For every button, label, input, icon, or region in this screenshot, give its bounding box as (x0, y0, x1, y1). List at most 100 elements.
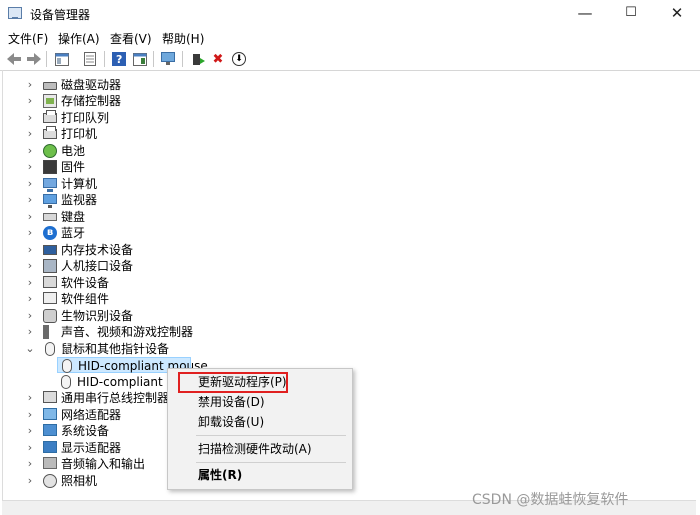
chevron-right-icon[interactable]: › (25, 176, 35, 192)
context-menu: 更新驱动程序(P) 禁用设备(D) 卸载设备(U) 扫描检测硬件改动(A) 属性… (167, 368, 353, 490)
minimize-button[interactable]: — (562, 0, 608, 28)
show-hide-tree-icon[interactable] (54, 51, 70, 67)
forward-arrow-icon[interactable] (26, 51, 42, 67)
storage-controller-icon (43, 94, 57, 108)
menu-file[interactable]: 文件(F) (8, 30, 48, 47)
tree-item-label: 键盘 (61, 210, 86, 224)
tree-item-label: 电池 (61, 144, 86, 158)
device-manager-app-icon (8, 7, 22, 19)
menu-help[interactable]: 帮助(H) (162, 30, 204, 47)
tree-item-label: 计算机 (61, 177, 98, 191)
toolbar-separator (182, 51, 183, 67)
monitor-icon (43, 194, 57, 208)
chevron-right-icon[interactable]: › (25, 242, 35, 258)
tree-item-label: 打印队列 (61, 111, 110, 125)
tree-item-label: 存储控制器 (61, 94, 122, 108)
toolbar-separator (46, 51, 47, 67)
keyboard-icon (43, 213, 57, 221)
chevron-right-icon[interactable]: › (25, 258, 35, 274)
chevron-right-icon[interactable]: › (25, 77, 35, 93)
chevron-right-icon[interactable]: › (25, 126, 35, 142)
chevron-right-icon[interactable]: › (25, 159, 35, 175)
chevron-right-icon[interactable]: › (25, 291, 35, 307)
tree-item-label: 打印机 (61, 127, 98, 141)
menu-separator (196, 462, 346, 463)
mouse-icon (45, 342, 55, 356)
network-adapter-icon (43, 408, 57, 420)
menu-action[interactable]: 操作(A) (58, 30, 100, 47)
watermark: CSDN @数据蛙恢复软件 (472, 492, 629, 508)
bluetooth-icon: ʙ (43, 226, 57, 240)
menu-item-label: 禁用设备(D) (198, 395, 265, 409)
system-device-icon (43, 424, 57, 436)
tree-item-label: 声音、视频和游戏控制器 (61, 325, 194, 339)
uninstall-device-icon[interactable]: ✖ (210, 51, 226, 67)
menu-item-label: 属性(R) (198, 468, 243, 482)
memory-device-icon (43, 245, 57, 255)
toolbar: ? ✖ ⬇ (0, 48, 700, 71)
update-driver-icon[interactable] (190, 51, 206, 67)
firmware-icon (43, 160, 57, 174)
chevron-right-icon[interactable]: › (25, 440, 35, 456)
update-driver-menu-item[interactable]: 更新驱动程序(P) (168, 372, 352, 392)
back-arrow-icon[interactable] (6, 51, 22, 67)
chevron-right-icon[interactable]: › (25, 423, 35, 439)
menu-item-label: 扫描检测硬件改动(A) (198, 442, 312, 456)
chevron-right-icon[interactable]: › (25, 473, 35, 489)
close-button[interactable]: ✕ (654, 0, 700, 28)
chevron-right-icon[interactable]: › (25, 143, 35, 159)
display-adapter-icon (43, 441, 57, 453)
maximize-button[interactable]: ☐ (608, 0, 654, 28)
help-icon[interactable]: ? (111, 51, 127, 67)
chevron-right-icon[interactable]: › (25, 390, 35, 406)
action-pane-icon[interactable] (132, 51, 148, 67)
usb-icon (43, 391, 57, 403)
tree-item-label: 监视器 (61, 193, 98, 207)
chevron-right-icon[interactable]: › (25, 308, 35, 324)
toolbar-separator (153, 51, 154, 67)
tree-item-label: 磁盘驱动器 (61, 78, 122, 92)
chevron-right-icon[interactable]: › (25, 456, 35, 472)
print-queue-icon (43, 110, 57, 123)
chevron-right-icon[interactable]: › (25, 93, 35, 109)
software-component-icon (43, 292, 57, 304)
chevron-right-icon[interactable]: › (25, 407, 35, 423)
tree-item-label: 通用串行总线控制器 (61, 391, 170, 405)
tree-item-label: 软件设备 (61, 276, 110, 290)
chevron-right-icon[interactable]: › (25, 110, 35, 126)
chevron-right-icon[interactable]: › (25, 209, 35, 225)
chevron-right-icon[interactable]: › (25, 275, 35, 291)
uninstall-device-menu-item[interactable]: 卸载设备(U) (168, 412, 352, 432)
tree-item-label: 显示适配器 (61, 441, 122, 455)
menu-bar: 文件(F) 操作(A) 查看(V) 帮助(H) (0, 28, 700, 48)
disable-device-menu-item[interactable]: 禁用设备(D) (168, 392, 352, 412)
hid-icon (43, 259, 57, 273)
computer-icon (43, 178, 57, 192)
chevron-right-icon[interactable]: › (25, 225, 35, 241)
mouse-icon (62, 359, 72, 373)
disk-drive-icon (43, 82, 57, 90)
chevron-down-icon[interactable]: ⌄ (25, 341, 35, 357)
tree-item-label: 网络适配器 (61, 408, 122, 422)
menu-view[interactable]: 查看(V) (110, 30, 152, 47)
tree-item-label: 人机接口设备 (61, 259, 134, 273)
scan-hardware-menu-item[interactable]: 扫描检测硬件改动(A) (168, 439, 352, 459)
tree-item-label: 蓝牙 (61, 226, 86, 240)
disable-device-icon[interactable]: ⬇ (232, 52, 246, 66)
toolbar-separator (104, 51, 105, 67)
chevron-right-icon[interactable]: › (25, 192, 35, 208)
properties-icon[interactable] (82, 51, 98, 67)
audio-io-icon (43, 457, 57, 469)
printer-icon (43, 126, 57, 139)
window-title: 设备管理器 (30, 8, 91, 22)
scan-hardware-icon[interactable] (160, 51, 176, 67)
tree-item-label: 固件 (61, 160, 86, 174)
tree-item-label: 生物识别设备 (61, 309, 134, 323)
chevron-right-icon[interactable]: › (25, 324, 35, 340)
menu-item-label: 卸载设备(U) (198, 415, 265, 429)
properties-menu-item[interactable]: 属性(R) (168, 465, 352, 485)
tree-item-label: 软件组件 (61, 292, 110, 306)
camera-icon (43, 474, 57, 488)
tree-item-label: 照相机 (61, 474, 98, 488)
svg-text:?: ? (116, 53, 122, 66)
